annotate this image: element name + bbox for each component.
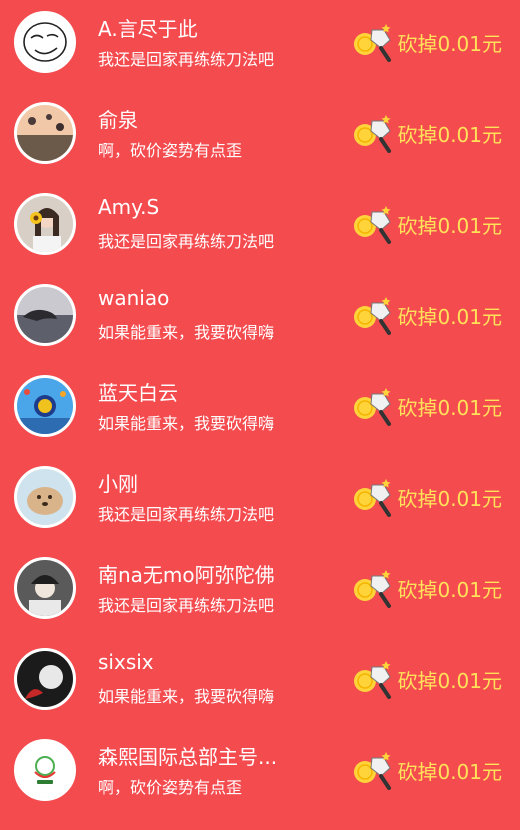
list-item: 森熙国际总部主号... 啊，砍价姿势有点歪 砍掉0.01元 [0, 728, 520, 819]
list-item: 蓝天白云 如果能重来，我要砍得嗨 砍掉0.01元 [0, 364, 520, 455]
user-name: 小刚 [98, 472, 138, 496]
girl-with-sunflower-avatar [17, 196, 73, 252]
user-message: 啊，砍价姿势有点歪 [98, 141, 243, 160]
bargain-helper-list: A.言尽于此 我还是回家再练练刀法吧 砍掉0.01元 俞泉 啊，砍价姿势有点歪 … [0, 0, 520, 830]
cleaver-with-coin-icon [353, 295, 395, 335]
cleaver-with-coin-icon [353, 568, 395, 608]
avatar[interactable] [14, 557, 76, 619]
user-message: 如果能重来，我要砍得嗨 [98, 414, 275, 433]
user-message: 如果能重来，我要砍得嗨 [98, 323, 275, 342]
list-item: 俞泉 啊，砍价姿势有点歪 砍掉0.01元 [0, 91, 520, 182]
puppy-avatar [17, 469, 73, 525]
cleaver-with-coin-icon [353, 22, 395, 62]
list-item: 南na无mo阿弥陀佛 我还是回家再练练刀法吧 砍掉0.01元 [0, 546, 520, 637]
list-item: waniao 如果能重来，我要砍得嗨 砍掉0.01元 [0, 273, 520, 364]
avatar[interactable] [14, 739, 76, 801]
avatar[interactable] [14, 284, 76, 346]
cartoon-face-avatar [17, 14, 73, 70]
green-logo-avatar [17, 742, 73, 798]
user-message: 我还是回家再练练刀法吧 [98, 596, 275, 615]
cleaver-with-coin-icon [353, 477, 395, 517]
user-message: 啊，砍价姿势有点歪 [98, 778, 243, 797]
cleaver-with-coin-icon [353, 386, 395, 426]
user-name: 南na无mo阿弥陀佛 [98, 563, 275, 587]
dark-illustration-avatar [17, 651, 73, 707]
avatar[interactable] [14, 193, 76, 255]
cleaver-with-coin-icon [353, 204, 395, 244]
hot-air-balloons-avatar [17, 105, 73, 161]
user-message: 我还是回家再练练刀法吧 [98, 232, 275, 251]
hand-sunset-avatar [17, 287, 73, 343]
list-item: Amy.S 我还是回家再练练刀法吧 砍掉0.01元 [0, 182, 520, 273]
person-in-hat-avatar [17, 560, 73, 616]
list-item: 小刚 我还是回家再练练刀法吧 砍掉0.01元 [0, 455, 520, 546]
avatar[interactable] [14, 648, 76, 710]
cut-amount-label: 砍掉0.01元 [397, 486, 502, 511]
cut-amount: 砍掉0.01元 [353, 477, 502, 517]
avatar[interactable] [14, 102, 76, 164]
cleaver-with-coin-icon [353, 750, 395, 790]
cut-amount: 砍掉0.01元 [353, 295, 502, 335]
cleaver-with-coin-icon [353, 113, 395, 153]
user-name: waniao [98, 286, 170, 310]
avatar[interactable] [14, 11, 76, 73]
cut-amount-label: 砍掉0.01元 [397, 759, 502, 784]
user-message: 如果能重来，我要砍得嗨 [98, 687, 275, 706]
cut-amount: 砍掉0.01元 [353, 386, 502, 426]
avatar[interactable] [14, 375, 76, 437]
cut-amount: 砍掉0.01元 [353, 113, 502, 153]
cut-amount-label: 砍掉0.01元 [397, 577, 502, 602]
cut-amount: 砍掉0.01元 [353, 204, 502, 244]
blue-balloons-avatar [17, 378, 73, 434]
cut-amount-label: 砍掉0.01元 [397, 31, 502, 56]
user-message: 我还是回家再练练刀法吧 [98, 505, 275, 524]
cut-amount-label: 砍掉0.01元 [397, 122, 502, 147]
cut-amount: 砍掉0.01元 [353, 750, 502, 790]
list-item: sixsix 如果能重来，我要砍得嗨 砍掉0.01元 [0, 637, 520, 728]
user-name: A.言尽于此 [98, 17, 198, 41]
user-name: 森熙国际总部主号... [98, 745, 278, 769]
cut-amount-label: 砍掉0.01元 [397, 668, 502, 693]
cut-amount-label: 砍掉0.01元 [397, 304, 502, 329]
list-item: A.言尽于此 我还是回家再练练刀法吧 砍掉0.01元 [0, 0, 520, 91]
cut-amount-label: 砍掉0.01元 [397, 213, 502, 238]
cut-amount: 砍掉0.01元 [353, 568, 502, 608]
user-name: 蓝天白云 [98, 381, 178, 405]
user-message: 我还是回家再练练刀法吧 [98, 50, 275, 69]
avatar[interactable] [14, 466, 76, 528]
cleaver-with-coin-icon [353, 659, 395, 699]
cut-amount: 砍掉0.01元 [353, 22, 502, 62]
user-name: sixsix [98, 650, 154, 674]
user-name: Amy.S [98, 195, 160, 219]
cut-amount-label: 砍掉0.01元 [397, 395, 502, 420]
cut-amount: 砍掉0.01元 [353, 659, 502, 699]
user-name: 俞泉 [98, 108, 138, 132]
